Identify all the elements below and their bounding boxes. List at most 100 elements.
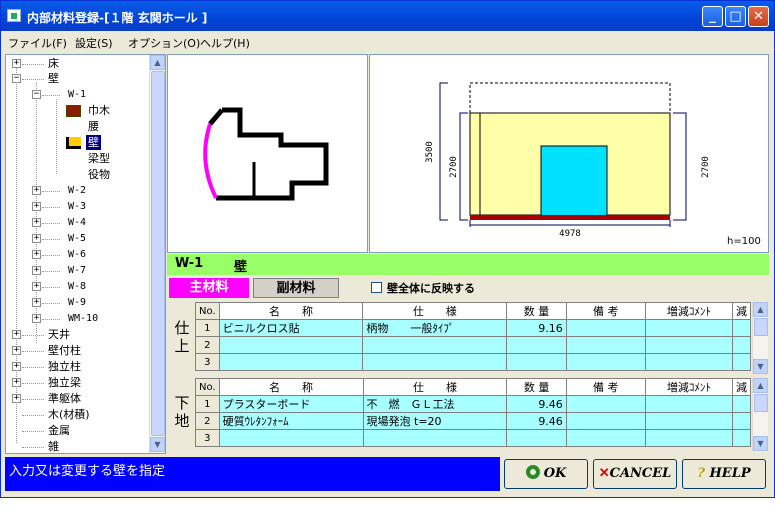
expand-w-7-icon[interactable]: + <box>32 266 41 275</box>
col-header-spec[interactable]: 仕 様 <box>362 302 508 320</box>
cell-dec[interactable] <box>731 353 752 371</box>
expand-w-8-icon[interactable]: + <box>32 282 41 291</box>
cell-comment[interactable] <box>644 412 733 430</box>
selected-wall-segment[interactable] <box>203 123 218 199</box>
col-header-no[interactable]: No. <box>195 378 220 396</box>
cell-name[interactable] <box>218 353 364 371</box>
cell-spec[interactable] <box>362 336 508 354</box>
scroll-down-icon[interactable]: ▼ <box>150 437 165 452</box>
cell-qty[interactable] <box>506 353 567 371</box>
tree-item-harigata[interactable]: 梁型 <box>88 151 110 166</box>
cell-spec[interactable]: 不 燃 ＧＬ工法 <box>362 395 508 413</box>
tab-sub-material[interactable]: 副材料 <box>253 278 339 298</box>
cell-spec[interactable] <box>362 429 508 447</box>
cell-note[interactable] <box>565 429 646 447</box>
table-row[interactable]: 2 <box>195 336 752 354</box>
tree-item-w-6[interactable]: W-6 <box>68 247 86 262</box>
cell-name[interactable]: ビニルクロス貼 <box>218 319 364 337</box>
table-row[interactable]: 3 <box>195 429 752 447</box>
base-scroll-down-icon[interactable]: ▼ <box>753 436 768 451</box>
cell-qty[interactable]: 9.46 <box>506 395 567 413</box>
col-header-spec[interactable]: 仕 様 <box>362 378 508 396</box>
tree-item-bottom-1[interactable]: 壁付柱 <box>48 343 81 358</box>
menu-settings[interactable]: 設定(S) <box>75 35 113 51</box>
collapse-w1-icon[interactable]: − <box>32 90 41 99</box>
tree-scrollbar[interactable]: ▲ ▼ <box>149 55 165 453</box>
cell-name[interactable]: 硬質ｳﾚﾀﾝﾌｫｰﾑ <box>218 412 364 430</box>
finish-scroll-down-icon[interactable]: ▼ <box>753 359 768 374</box>
tree-item-w-3[interactable]: W-3 <box>68 199 86 214</box>
col-header-name[interactable]: 名 称 <box>218 378 364 396</box>
expand-w-6-icon[interactable]: + <box>32 250 41 259</box>
base-table[interactable]: No. 名 称仕 様数 量備 考増減ｺﾒﾝﾄ減 1 プラスターボード不 燃 ＧＬ工法 9… <box>195 378 752 447</box>
tree-item-bottom-0[interactable]: 天井 <box>48 327 70 342</box>
col-header-dec[interactable]: 減 <box>731 378 752 396</box>
col-header-note[interactable]: 備 考 <box>565 378 646 396</box>
tree-item-bottom-6[interactable]: 金属 <box>48 423 70 438</box>
tree-item-bottom-4[interactable]: 準躯体 <box>48 391 81 406</box>
tree-item-floor[interactable]: 床 <box>48 56 59 71</box>
cell-qty[interactable] <box>506 336 567 354</box>
expand-floor-icon[interactable]: + <box>12 59 21 68</box>
expand-w-5-icon[interactable]: + <box>32 234 41 243</box>
cell-qty[interactable]: 9.46 <box>506 412 567 430</box>
expand-bottom-4-icon[interactable]: + <box>12 394 21 403</box>
collapse-wall-icon[interactable]: − <box>12 74 21 83</box>
cell-qty[interactable] <box>506 429 567 447</box>
col-header-comment[interactable]: 増減ｺﾒﾝﾄ <box>644 302 733 320</box>
cell-dec[interactable] <box>731 319 752 337</box>
menu-file[interactable]: ファイル(F) <box>8 35 67 51</box>
cell-comment[interactable] <box>644 395 733 413</box>
expand-bottom-2-icon[interactable]: + <box>12 362 21 371</box>
expand-w-2-icon[interactable]: + <box>32 186 41 195</box>
expand-w-4-icon[interactable]: + <box>32 218 41 227</box>
cell-name[interactable] <box>218 429 364 447</box>
base-scroll-thumb[interactable] <box>754 394 768 412</box>
tree-item-w1[interactable]: W-1 <box>68 87 86 102</box>
expand-bottom-3-icon[interactable]: + <box>12 378 21 387</box>
tree-item-habaki[interactable]: 巾木 <box>88 103 110 118</box>
close-button[interactable]: ✕ <box>748 6 769 27</box>
tree-item-bottom-5[interactable]: 木(材積) <box>48 407 90 422</box>
ok-button[interactable]: OK <box>504 459 588 489</box>
col-header-qty[interactable]: 数 量 <box>506 302 567 320</box>
tree-item-w-5[interactable]: W-5 <box>68 231 86 246</box>
cell-spec[interactable] <box>362 353 508 371</box>
cell-name[interactable]: プラスターボード <box>218 395 364 413</box>
finish-scrollbar[interactable]: ▲ ▼ <box>752 302 768 374</box>
cell-spec[interactable]: 柄物 一般ﾀｲﾌﾟ <box>362 319 508 337</box>
expand-bottom-0-icon[interactable]: + <box>12 330 21 339</box>
tree-item-w-8[interactable]: W-8 <box>68 279 86 294</box>
base-scroll-up-icon[interactable]: ▲ <box>753 378 768 393</box>
cell-qty[interactable]: 9.16 <box>506 319 567 337</box>
apply-all-checkbox[interactable] <box>371 282 382 293</box>
col-header-note[interactable]: 備 考 <box>565 302 646 320</box>
cell-dec[interactable] <box>731 336 752 354</box>
cell-comment[interactable] <box>644 319 733 337</box>
finish-table[interactable]: No. 名 称仕 様数 量備 考増減ｺﾒﾝﾄ減 1 ビニルクロス貼 柄物 一般ﾀｲﾌﾟ 9… <box>195 302 752 371</box>
col-header-comment[interactable]: 増減ｺﾒﾝﾄ <box>644 378 733 396</box>
cell-dec[interactable] <box>731 429 752 447</box>
finish-scroll-up-icon[interactable]: ▲ <box>753 302 768 317</box>
tree-item-w-9[interactable]: W-9 <box>68 295 86 310</box>
cell-note[interactable] <box>565 412 646 430</box>
finish-scroll-thumb[interactable] <box>754 318 768 336</box>
cell-name[interactable] <box>218 336 364 354</box>
table-row[interactable]: 2 硬質ｳﾚﾀﾝﾌｫｰﾑ 現場発泡 t=20 9.46 <box>195 412 752 430</box>
help-button[interactable]: ? HELP <box>682 459 766 489</box>
cell-spec[interactable]: 現場発泡 t=20 <box>362 412 508 430</box>
tree-item-wall[interactable]: 壁 <box>48 71 59 86</box>
cell-comment[interactable] <box>644 429 733 447</box>
menu-help[interactable]: ヘルプ(H) <box>200 35 250 51</box>
category-tree[interactable]: + 床 − 壁 − W-1 巾木 腰 壁 梁型 役物 + W-2 + W-3 + W-4 +… <box>5 54 166 454</box>
col-header-no[interactable]: No. <box>195 302 220 320</box>
tree-item-wm-10[interactable]: WM-10 <box>68 311 98 326</box>
col-header-name[interactable]: 名 称 <box>218 302 364 320</box>
plan-view[interactable] <box>167 54 368 253</box>
expand-wm-10-icon[interactable]: + <box>32 314 41 323</box>
tree-item-bottom-2[interactable]: 独立柱 <box>48 359 81 374</box>
tree-item-bottom-3[interactable]: 独立梁 <box>48 375 81 390</box>
tree-item-kabe-selected[interactable]: 壁 <box>86 135 101 150</box>
table-row[interactable]: 1 プラスターボード不 燃 ＧＬ工法 9.46 <box>195 395 752 413</box>
table-row[interactable]: 1 ビニルクロス貼 柄物 一般ﾀｲﾌﾟ 9.16 <box>195 319 752 337</box>
